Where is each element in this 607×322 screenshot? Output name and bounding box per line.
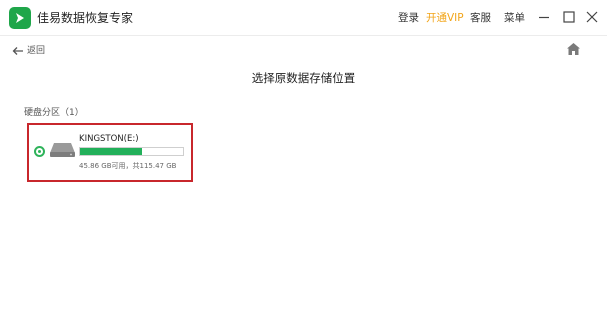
- back-label: 返回: [27, 46, 46, 56]
- drive-usage-fill: [80, 148, 142, 155]
- drive-usage-bar: [79, 147, 184, 156]
- hard-drive-icon: [50, 143, 75, 157]
- maximize-icon[interactable]: [561, 9, 577, 25]
- app-logo-icon: [9, 7, 31, 29]
- back-button[interactable]: 返回: [12, 44, 45, 58]
- app-title: 佳易数据恢复专家: [37, 11, 134, 25]
- page-title: 选择原数据存储位置: [251, 71, 356, 85]
- menu-link[interactable]: 菜单: [504, 11, 525, 25]
- drive-select-radio[interactable]: [34, 146, 45, 157]
- minimize-icon[interactable]: [536, 9, 552, 25]
- home-icon[interactable]: [566, 42, 581, 56]
- arrow-left-icon: [12, 47, 23, 55]
- drive-name: KINGSTON(E:): [79, 134, 139, 144]
- disk-section-label: 硬盘分区（1）: [24, 108, 84, 118]
- drive-card-kingston[interactable]: KINGSTON(E:) 45.86 GB可用，共115.47 GB: [27, 123, 193, 182]
- drive-capacity-text: 45.86 GB可用，共115.47 GB: [79, 162, 177, 170]
- close-icon[interactable]: [584, 9, 600, 25]
- login-link[interactable]: 登录: [398, 11, 419, 25]
- customer-service-link[interactable]: 客服: [470, 11, 491, 25]
- radio-selected-dot: [38, 150, 41, 153]
- title-bar: 佳易数据恢复专家 登录 开通VIP 客服 菜单: [0, 0, 607, 36]
- vip-link[interactable]: 开通VIP: [426, 11, 464, 25]
